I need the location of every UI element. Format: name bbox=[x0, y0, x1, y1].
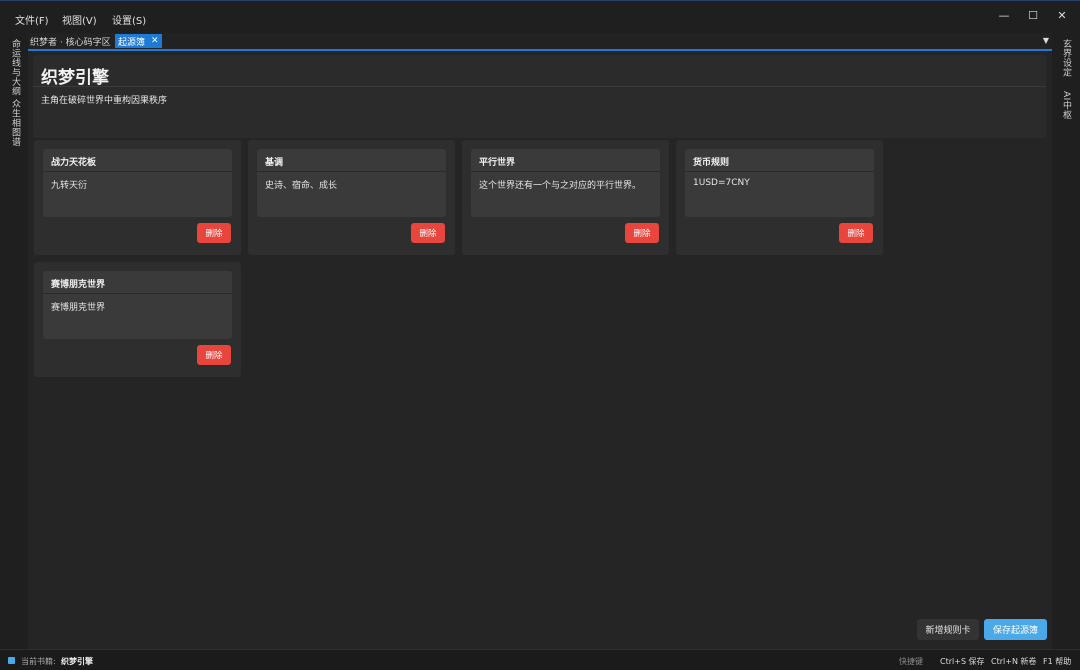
tab-close-icon[interactable]: ✕ bbox=[151, 36, 159, 46]
status-bar: 当前书籍: 织梦引擎 快捷键 Ctrl+S 保存 Ctrl+N 新卷 F1 帮助 bbox=[0, 649, 1080, 670]
tab-core-writing[interactable]: 织梦者 · 核心码字区 bbox=[30, 35, 111, 48]
menu-file[interactable]: 文件(F) bbox=[15, 12, 49, 27]
rule-card-content: 平行世界 这个世界还有一个与之对应的平行世界。 bbox=[471, 149, 660, 217]
rule-card: 战力天花板 九转天衍 删除 bbox=[34, 140, 241, 255]
delete-card-button[interactable]: 删除 bbox=[197, 223, 231, 243]
rule-card: 平行世界 这个世界还有一个与之对应的平行世界。 删除 bbox=[462, 140, 669, 255]
main-content: 织梦引擎 主角在破碎世界中重构因果秩序 战力天花板 九转天衍 删除 基调 史诗、… bbox=[28, 51, 1052, 649]
rule-card-title: 战力天花板 bbox=[51, 158, 97, 168]
rule-card-title: 赛博朋克世界 bbox=[51, 280, 106, 290]
rule-card-content: 赛博朋克世界 赛博朋克世界 bbox=[43, 271, 232, 339]
rule-card-body[interactable]: 1USD=7CNY bbox=[693, 178, 750, 188]
page-title: 织梦引擎 bbox=[41, 68, 109, 88]
delete-card-button[interactable]: 删除 bbox=[839, 223, 873, 243]
delete-card-button[interactable]: 删除 bbox=[625, 223, 659, 243]
card-divider bbox=[257, 171, 446, 172]
card-divider bbox=[471, 171, 660, 172]
tab-origin-book-label: 起源簿 bbox=[118, 37, 146, 48]
document-tab-bar: 织梦者 · 核心码字区 起源簿 ✕ ▼ bbox=[28, 33, 1052, 51]
dock-tab-ai-hub[interactable]: AI中枢 bbox=[1060, 91, 1073, 120]
new-volume-shortcut: Ctrl+N 新卷 bbox=[991, 657, 1037, 666]
card-divider bbox=[43, 293, 232, 294]
dock-tab-outline[interactable]: 命运线与大纲 bbox=[9, 39, 22, 96]
rule-card-title: 货币规则 bbox=[693, 158, 730, 168]
rule-card-body[interactable]: 史诗、宿命、成长 bbox=[265, 178, 337, 191]
rule-card: 赛博朋克世界 赛博朋克世界 删除 bbox=[34, 262, 241, 377]
title-bar: 文件(F) 视图(V) 设置(S) — ☐ ✕ bbox=[0, 0, 1080, 33]
delete-card-button[interactable]: 删除 bbox=[411, 223, 445, 243]
help-shortcut: F1 帮助 bbox=[1043, 657, 1072, 666]
dock-tab-characters[interactable]: 众生相图谱 bbox=[9, 99, 22, 147]
book-icon bbox=[8, 657, 15, 664]
add-rule-card-button[interactable]: 新增规则卡 bbox=[917, 619, 979, 640]
right-dock: 玄界设定 AI中枢 bbox=[1052, 33, 1080, 649]
tab-list-dropdown-icon[interactable]: ▼ bbox=[1043, 36, 1049, 45]
menu-view[interactable]: 视图(V) bbox=[62, 12, 97, 27]
rule-card-body[interactable]: 九转天衍 bbox=[51, 178, 87, 191]
rule-card-content: 战力天花板 九转天衍 bbox=[43, 149, 232, 217]
card-divider bbox=[43, 171, 232, 172]
rule-card-title: 基调 bbox=[265, 158, 284, 168]
minimize-icon[interactable]: — bbox=[994, 7, 1014, 23]
rule-card-body[interactable]: 赛博朋克世界 bbox=[51, 300, 105, 313]
rule-card-title: 平行世界 bbox=[479, 158, 516, 168]
tab-origin-book[interactable]: 起源簿 ✕ bbox=[115, 34, 162, 48]
left-dock: 命运线与大纲 众生相图谱 bbox=[0, 33, 28, 649]
close-window-icon[interactable]: ✕ bbox=[1052, 7, 1072, 23]
rule-card: 货币规则 1USD=7CNY 删除 bbox=[676, 140, 883, 255]
header-divider bbox=[33, 86, 1046, 87]
menu-settings[interactable]: 设置(S) bbox=[112, 12, 146, 27]
rule-card-body[interactable]: 这个世界还有一个与之对应的平行世界。 bbox=[479, 178, 641, 191]
rule-card-content: 基调 史诗、宿命、成长 bbox=[257, 149, 446, 217]
save-shortcut: Ctrl+S 保存 bbox=[940, 657, 985, 666]
current-book-label: 当前书籍: bbox=[21, 657, 56, 666]
delete-card-button[interactable]: 删除 bbox=[197, 345, 231, 365]
dock-tab-world-settings[interactable]: 玄界设定 bbox=[1060, 39, 1073, 77]
book-header: 织梦引擎 主角在破碎世界中重构因果秩序 bbox=[33, 55, 1046, 138]
shortcuts-label: 快捷键 bbox=[899, 657, 923, 666]
rule-card: 基调 史诗、宿命、成长 删除 bbox=[248, 140, 455, 255]
save-origin-book-button[interactable]: 保存起源簿 bbox=[984, 619, 1047, 640]
card-divider bbox=[685, 171, 874, 172]
rule-card-content: 货币规则 1USD=7CNY bbox=[685, 149, 874, 217]
book-description: 主角在破碎世界中重构因果秩序 bbox=[41, 96, 168, 106]
maximize-icon[interactable]: ☐ bbox=[1023, 7, 1043, 23]
current-book-name: 织梦引擎 bbox=[61, 657, 93, 666]
